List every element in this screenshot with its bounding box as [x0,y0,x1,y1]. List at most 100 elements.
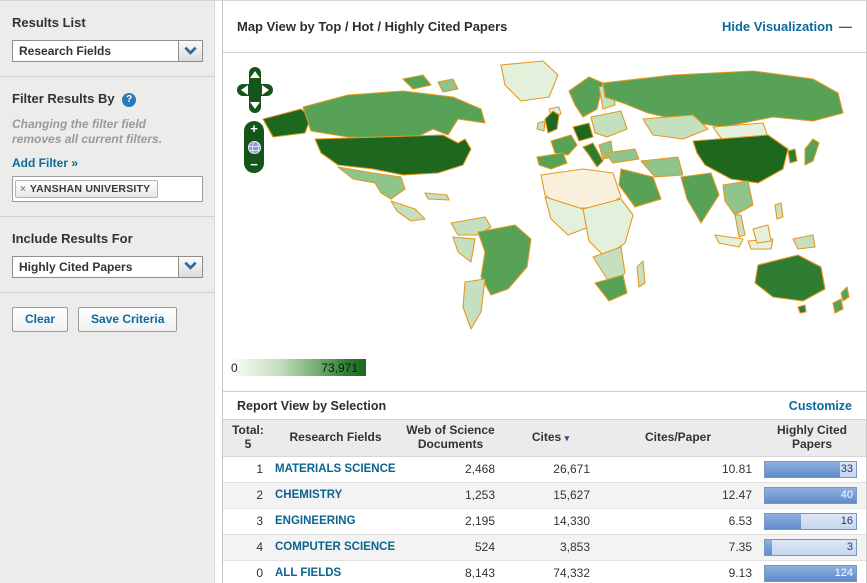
country-tasmania [798,305,806,313]
results-list-dropdown-button[interactable] [178,41,202,61]
include-results-label: Include Results For [12,231,202,246]
country-uk [545,111,559,133]
esi-application-window: Results List Research Fields Filter Resu… [0,0,867,583]
country-india [681,173,719,223]
country-germany [573,123,593,141]
column-header-cites-sorted[interactable]: Cites ▾ [503,420,598,457]
hide-visualization-link[interactable]: Hide Visualization— [722,19,852,34]
row-rank: 0 [223,560,273,583]
bar-fill [765,514,801,529]
report-table-header-row: Total: 5 Research Fields Web of Science … [223,420,866,457]
row-research-field: ENGINEERING [273,508,398,534]
research-field-link[interactable]: MATERIALS SCIENCE [275,463,396,476]
bar-value: 124 [835,567,853,579]
highly-cited-papers-bar: 33 [764,461,857,478]
row-documents: 2,195 [398,508,503,534]
country-new-zealand [833,299,843,313]
row-cites: 74,332 [503,560,598,583]
filter-tag-label: YANSHAN UNIVERSITY [30,183,150,195]
highly-cited-papers-bar: 3 [764,539,857,556]
research-field-link[interactable]: ALL FIELDS [275,567,341,580]
column-header-documents[interactable]: Web of Science Documents [398,420,503,457]
chevron-down-icon [184,42,197,55]
bar-value: 3 [847,541,853,553]
zoom-in-button[interactable]: + [250,123,258,135]
row-rank: 3 [223,508,273,534]
add-filter-link[interactable]: Add Filter » [12,156,78,170]
row-cites-per-paper: 7.35 [598,534,758,560]
column-header-highly-cited-papers[interactable]: Highly Cited Papers [758,420,866,457]
country-peru [453,237,475,262]
column-header-cites-per-paper[interactable]: Cites/Paper [598,420,758,457]
chevron-down-icon [184,257,197,270]
row-research-field: CHEMISTRY [273,482,398,508]
research-field-link[interactable]: CHEMISTRY [275,489,342,502]
row-documents: 1,253 [398,482,503,508]
globe-icon[interactable] [248,141,261,154]
bar-value: 40 [841,489,853,501]
highly-cited-papers-bar: 124 [764,565,857,582]
report-table-body: 1 MATERIALS SCIENCE 2,468 26,671 10.81 3… [223,456,866,583]
report-view-title: Report View by Selection [237,399,386,413]
country-ireland [537,121,545,131]
row-cites: 26,671 [503,456,598,482]
country-iran [641,157,683,177]
customize-link[interactable]: Customize [789,399,852,413]
help-icon[interactable]: ? [122,93,136,107]
row-documents: 2,468 [398,456,503,482]
report-view-header: Report View by Selection Customize [223,391,866,419]
country-france [551,135,577,155]
country-argentina [463,279,485,329]
filter-section: Filter Results By ? Changing the filter … [0,77,214,217]
country-usa [315,135,471,175]
include-results-dropdown-button[interactable] [178,257,202,277]
row-research-field: MATERIALS SCIENCE [273,456,398,482]
results-list-selected-value: Research Fields [13,41,178,61]
country-madagascar [637,261,645,287]
remove-filter-icon[interactable]: × [20,184,26,195]
row-highly-cited-papers: 3 [758,534,866,560]
sort-descending-icon: ▾ [565,433,570,443]
column-header-research-fields[interactable]: Research Fields [273,420,398,457]
country-canada-islands [438,79,458,92]
region-malay-peninsula [735,215,745,237]
row-cites: 3,853 [503,534,598,560]
filter-note: Changing the filter field removes all cu… [12,117,202,148]
country-russia [603,71,843,127]
zoom-out-button[interactable]: − [250,159,258,171]
country-brazil [478,225,531,295]
row-documents: 524 [398,534,503,560]
main-panel: Map View by Top / Hot / Highly Cited Pap… [222,1,867,583]
country-philippines [775,203,783,219]
country-spain [537,153,567,169]
row-cites-per-paper: 9.13 [598,560,758,583]
row-cites-per-paper: 12.47 [598,482,758,508]
map-legend: 0 73,971 [229,359,366,376]
country-south-africa [595,275,627,301]
legend-max-value: 73,971 [321,361,366,375]
world-map[interactable] [253,57,859,347]
research-field-link[interactable]: COMPUTER SCIENCE [275,541,395,554]
row-research-field: COMPUTER SCIENCE [273,534,398,560]
report-table: Total: 5 Research Fields Web of Science … [223,419,866,583]
results-list-dropdown[interactable]: Research Fields [12,40,203,62]
bar-value: 16 [841,515,853,527]
research-field-link[interactable]: ENGINEERING [275,515,356,528]
region-eastern-europe [591,111,627,137]
clear-button[interactable]: Clear [12,307,68,332]
row-cites-per-paper: 6.53 [598,508,758,534]
region-central-america [391,201,425,221]
save-criteria-button[interactable]: Save Criteria [78,307,177,332]
pan-control[interactable] [237,67,273,113]
active-filters-box: × YANSHAN UNIVERSITY [12,176,203,202]
country-new-zealand [841,287,849,301]
sidebar-buttons: Clear Save Criteria [0,293,214,346]
bar-value: 33 [841,463,853,475]
region-indochina [723,181,753,215]
filter-note-line1: Changing the filter field [12,117,202,133]
country-greenland [501,61,558,101]
include-results-dropdown[interactable]: Highly Cited Papers [12,256,203,278]
filter-tag[interactable]: × YANSHAN UNIVERSITY [15,180,158,198]
filter-by-label: Filter Results By [12,91,115,106]
filter-note-line2: removes all current filters. [12,132,202,148]
